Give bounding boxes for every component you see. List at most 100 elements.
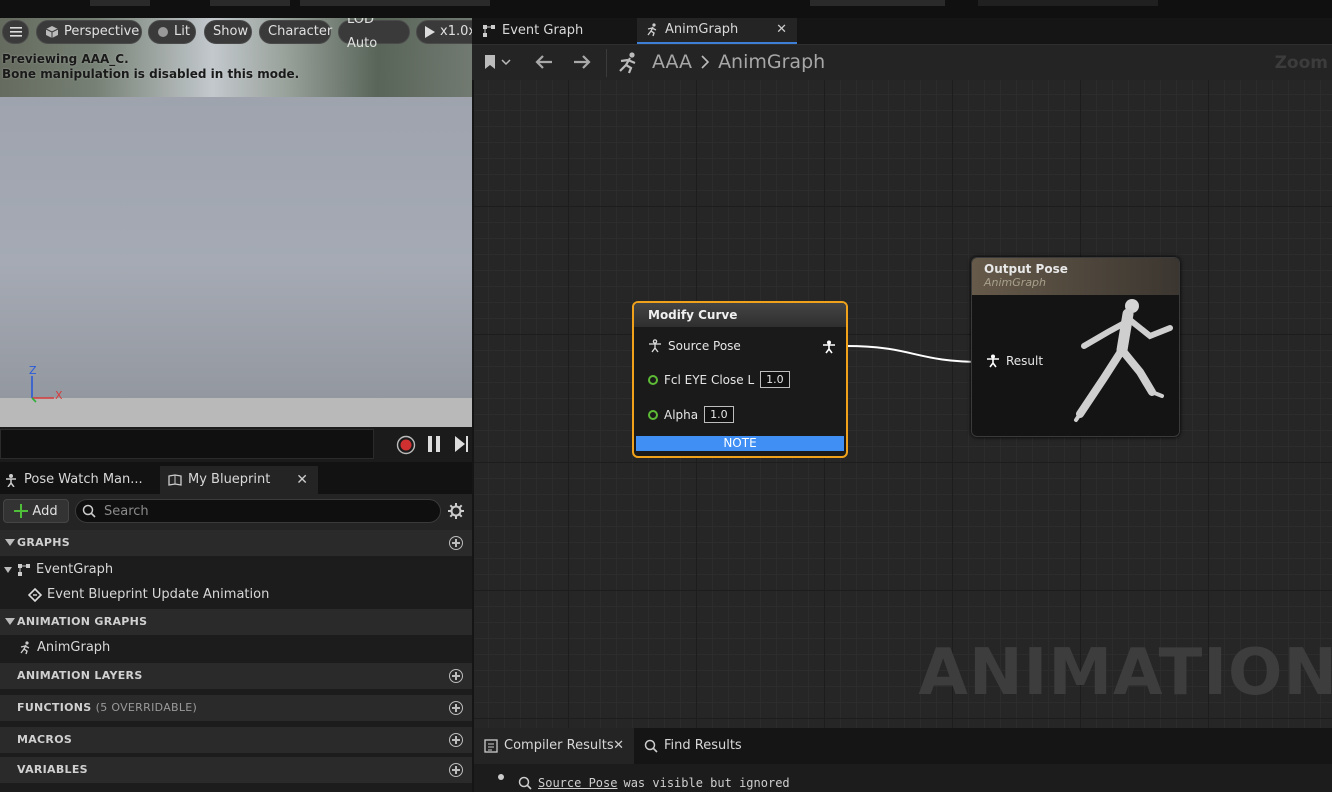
source-pose-pin[interactable]: Source Pose (648, 339, 741, 353)
bone-manipulation-text: Bone manipulation is disabled in this mo… (2, 67, 300, 81)
show-label: Show (213, 24, 249, 39)
output-pose-pin-icon[interactable] (822, 340, 836, 354)
tab-animgraph[interactable]: AnimGraph ✕ (637, 18, 797, 44)
running-figure-icon (616, 52, 640, 74)
expand-arrow-icon (4, 566, 12, 573)
tab-pose-watch[interactable]: Pose Watch Man... (4, 466, 154, 494)
result-pin[interactable]: Result (986, 354, 1043, 368)
pose-pin-icon (986, 354, 1000, 368)
tab-find-results[interactable]: Find Results (644, 728, 742, 764)
close-icon[interactable]: ✕ (296, 466, 308, 494)
curve-name-label: Fcl EYE Close L (664, 372, 755, 387)
output-pose-title: Output Pose (984, 262, 1068, 276)
float-pin-icon[interactable] (648, 374, 658, 385)
back-arrow-icon[interactable] (534, 54, 554, 70)
play-rate-button[interactable]: x1.0x (416, 20, 472, 44)
add-graph-icon[interactable] (449, 536, 463, 550)
graph-tabs: Event Graph AnimGraph ✕ (472, 18, 1332, 44)
source-pose-label: Source Pose (668, 339, 741, 353)
alpha-pin-row[interactable]: Alpha 1.0 (648, 406, 734, 423)
search-input[interactable] (102, 502, 426, 520)
add-variable-icon[interactable] (449, 763, 463, 777)
playback-bar (0, 427, 472, 462)
compiler-message-text: was visible but ignored (623, 776, 790, 790)
record-button[interactable] (396, 435, 416, 455)
functions-title: FUNCTIONS (17, 701, 92, 714)
alpha-value-input[interactable]: 1.0 (704, 406, 734, 423)
breadcrumb-root[interactable]: AAA (652, 51, 692, 73)
viewport-menu-button[interactable] (2, 20, 29, 44)
breadcrumb-leaf[interactable]: AnimGraph (718, 51, 825, 73)
step-forward-button[interactable] (455, 436, 469, 452)
section-animation-layers[interactable]: ANIMATION LAYERS (0, 663, 472, 689)
tab-find-results-label: Find Results (664, 738, 742, 753)
forward-arrow-icon[interactable] (572, 54, 592, 70)
search-icon[interactable] (518, 776, 532, 790)
running-figure-icon (18, 640, 32, 655)
compiler-message: Source Pose was visible but ignored (518, 776, 790, 790)
section-functions[interactable]: FUNCTIONS (5 OVERRIDABLE) (0, 695, 472, 721)
left-panel-tabs: Pose Watch Man... My Blueprint ✕ (0, 462, 472, 494)
my-blueprint-toolbar: Add (0, 494, 472, 530)
note-bar[interactable]: NOTE (636, 436, 844, 451)
running-mannequin-icon (1070, 296, 1179, 424)
section-variables-label: VARIABLES (17, 763, 88, 776)
output-pose-header: Output Pose AnimGraph (972, 258, 1179, 295)
breadcrumb: AAA AnimGraph (652, 51, 825, 73)
section-animation-layers-label: ANIMATION LAYERS (17, 669, 143, 682)
curve-value-input[interactable]: 1.0 (760, 371, 790, 388)
character-button[interactable]: Character (259, 20, 333, 44)
curve-pin-row[interactable]: Fcl EYE Close L 1.0 (648, 371, 790, 388)
compiler-pin-link[interactable]: Source Pose (538, 776, 617, 790)
section-variables[interactable]: VARIABLES (0, 757, 472, 783)
lit-label: Lit (174, 24, 190, 39)
tree-item-animgraph-label: AnimGraph (37, 640, 111, 655)
bookmark-icon[interactable] (484, 54, 512, 70)
lod-button[interactable]: LOD Auto (338, 18, 410, 51)
perspective-button[interactable]: Perspective (36, 20, 142, 44)
add-macro-icon[interactable] (449, 733, 463, 747)
section-graphs[interactable]: GRAPHS (0, 530, 472, 556)
tab-event-graph-label: Event Graph (502, 23, 584, 38)
pause-button[interactable] (428, 436, 440, 452)
character-label: Character (268, 24, 333, 39)
close-icon[interactable]: ✕ (613, 728, 624, 764)
add-button[interactable]: Add (3, 499, 69, 523)
tree-item-event-update[interactable]: Event Blueprint Update Animation (28, 582, 269, 607)
timeline-track[interactable] (0, 429, 374, 459)
anim-graph-canvas[interactable]: ANIMATION Modify Curve Source Pose Fcl E… (474, 80, 1332, 728)
search-icon (644, 739, 658, 753)
show-button[interactable]: Show (204, 20, 252, 44)
tree-item-animgraph[interactable]: AnimGraph (18, 635, 110, 660)
lod-label: LOD Auto (347, 18, 378, 51)
node-title: Modify Curve (634, 303, 846, 327)
lit-button[interactable]: Lit (148, 20, 196, 44)
alpha-label: Alpha (664, 407, 699, 422)
close-icon[interactable]: ✕ (776, 18, 787, 42)
chevron-right-icon (700, 54, 710, 70)
modify-curve-node[interactable]: Modify Curve Source Pose Fcl EYE Close L… (632, 301, 848, 458)
tab-my-blueprint[interactable]: My Blueprint ✕ (160, 466, 318, 494)
play-icon (425, 26, 435, 38)
previewing-text: Previewing AAA_C. (2, 52, 129, 66)
viewport-floor (0, 398, 472, 427)
output-pose-node[interactable]: Output Pose AnimGraph Result (971, 257, 1180, 437)
tab-compiler-results[interactable]: Compiler Results ✕ (474, 728, 634, 764)
graph-toolbar: AAA AnimGraph Zoom (472, 44, 1332, 80)
lit-sphere-icon (157, 26, 169, 38)
gear-icon[interactable] (448, 503, 464, 519)
tab-my-blueprint-label: My Blueprint (188, 472, 271, 487)
section-macros[interactable]: MACROS (0, 727, 472, 753)
tree-item-eventgraph-label: EventGraph (36, 562, 114, 577)
add-function-icon[interactable] (449, 701, 463, 715)
section-animation-graphs[interactable]: ANIMATION GRAPHS (0, 609, 472, 635)
float-pin-icon[interactable] (648, 409, 658, 420)
axis-x-label: X (55, 389, 63, 402)
add-layer-icon[interactable] (449, 669, 463, 683)
search-box[interactable] (75, 499, 441, 523)
preview-viewport[interactable]: Perspective Lit Show Character LOD Auto … (0, 18, 472, 427)
tab-event-graph[interactable]: Event Graph (482, 18, 583, 44)
tree-item-eventgraph[interactable]: EventGraph (4, 557, 113, 582)
my-blueprint-tree: GRAPHS EventGraph Event Blueprint Update… (0, 530, 472, 792)
section-macros-label: MACROS (17, 733, 73, 746)
